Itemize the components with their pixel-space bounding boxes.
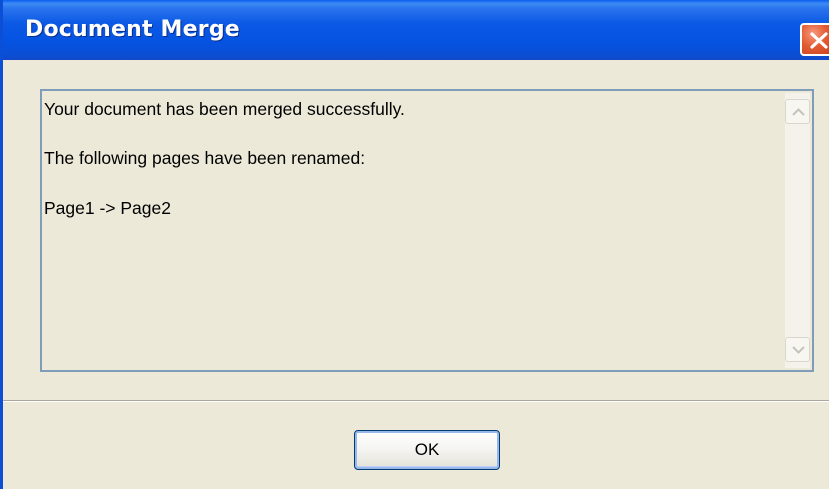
scroll-down-arrow-icon xyxy=(792,346,805,354)
footer-separator xyxy=(3,400,829,402)
scroll-up-arrow-icon xyxy=(792,108,805,116)
document-merge-dialog: Document Merge Your document has been me… xyxy=(0,0,829,489)
message-line: The following pages have been renamed: xyxy=(44,148,366,168)
close-button[interactable] xyxy=(800,23,829,56)
ok-button[interactable]: OK xyxy=(354,430,500,470)
scroll-down-button[interactable] xyxy=(785,337,810,362)
dialog-title: Document Merge xyxy=(25,17,240,42)
message-line: Page1 -> Page2 xyxy=(44,198,171,218)
title-bar[interactable]: Document Merge xyxy=(3,0,829,60)
close-icon xyxy=(810,32,828,49)
scroll-up-button[interactable] xyxy=(785,99,810,124)
message-text-box[interactable]: Your document has been merged successful… xyxy=(40,89,814,372)
vertical-scrollbar[interactable] xyxy=(785,93,810,368)
message-line: Your document has been merged successful… xyxy=(44,99,405,119)
